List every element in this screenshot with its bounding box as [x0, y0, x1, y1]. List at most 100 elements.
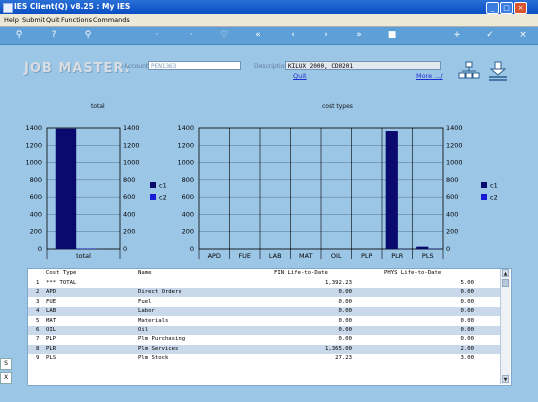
x-tick-label: PLS [422, 252, 434, 260]
row-phys-ltd: 0.00 [460, 289, 474, 296]
legend-swatch-c1 [150, 182, 156, 188]
col-cost-type[interactable]: Cost Type [46, 270, 76, 276]
x-tick-label: total [76, 252, 91, 260]
table-scrollbar[interactable]: ▲ ▼ [500, 269, 510, 384]
row-cost-type: *** TOTAL [46, 280, 77, 286]
legend-label-c2: c2 [159, 194, 167, 202]
bar-c1 [385, 131, 398, 249]
y-tick-label-right: 800 [446, 176, 458, 184]
row-phys-ltd: 2.00 [460, 345, 474, 352]
row-name: Materials [138, 317, 169, 324]
table-row[interactable]: 2 APD Direct Orders 0.00 0.00 [28, 288, 500, 298]
y-tick-label-left: 800 [30, 176, 42, 184]
y-tick-label-left: 0 [190, 245, 194, 253]
row-number: 5 [36, 317, 40, 324]
table-row[interactable]: 8 PLR Plm Services 1,365.00 2.00 [28, 344, 500, 354]
table-header: Cost Type Name FIN Life-to-Date PHYS Lif… [28, 269, 500, 278]
side-marker-x[interactable]: X [0, 372, 12, 384]
row-fin-ltd: 0.00 [338, 298, 352, 305]
row-fin-ltd: 0.00 [338, 327, 352, 333]
row-cost-type: PLS [46, 355, 57, 362]
y-tick-label-right: 800 [123, 176, 135, 184]
y-tick-label-left: 600 [182, 193, 194, 201]
row-number: 9 [36, 355, 40, 362]
y-tick-label-right: 400 [446, 210, 458, 218]
legend-label-c2: c2 [490, 194, 498, 202]
y-tick-label-right: 200 [123, 228, 135, 236]
row-cost-type: OIL [46, 327, 57, 333]
scroll-up-icon[interactable]: ▲ [502, 269, 509, 277]
table-row[interactable]: 6 OIL Oil 0.00 0.00 [28, 326, 500, 335]
row-number: 8 [36, 345, 40, 352]
y-tick-label-left: 400 [30, 210, 42, 218]
row-cost-type: PLP [46, 336, 57, 343]
x-tick-label: PLP [361, 252, 373, 260]
y-tick-label-left: 400 [182, 210, 194, 218]
y-tick-label-left: 200 [182, 228, 194, 236]
y-tick-label-left: 600 [30, 193, 42, 201]
col-name[interactable]: Name [138, 270, 151, 276]
row-number: 7 [36, 336, 40, 343]
row-name: Direct Orders [138, 289, 182, 296]
y-tick-label-right: 400 [123, 210, 135, 218]
row-cost-type: FUE [46, 298, 57, 305]
cost-table: Cost Type Name FIN Life-to-Date PHYS Lif… [27, 268, 512, 386]
y-tick-label-right: 600 [123, 193, 135, 201]
y-tick-label-left: 1200 [25, 141, 42, 149]
table-row[interactable]: 5 MAT Materials 0.00 0.00 [28, 317, 500, 326]
row-name: Oil [138, 327, 149, 333]
row-fin-ltd: 0.00 [338, 289, 352, 296]
row-fin-ltd: 1,365.00 [325, 345, 352, 352]
row-name: Plm Purchasing [138, 336, 186, 343]
y-tick-label-right: 200 [446, 228, 458, 236]
y-tick-label-right: 1400 [123, 124, 140, 132]
table-row[interactable]: 9 PLS Plm Stock 27.23 3.00 [28, 354, 500, 363]
y-tick-label-right: 600 [446, 193, 458, 201]
row-phys-ltd: 0.00 [460, 327, 474, 333]
row-number: 2 [36, 289, 40, 296]
row-cost-type: PLR [46, 345, 57, 352]
y-tick-label-left: 800 [182, 176, 194, 184]
row-fin-ltd: 1,392.23 [325, 280, 352, 286]
x-tick-label: APD [208, 252, 221, 260]
row-name: Fuel [138, 298, 152, 305]
row-cost-type: APD [46, 289, 57, 296]
table-row[interactable]: 1 *** TOTAL 1,392.23 5.00 [28, 279, 500, 288]
row-fin-ltd: 0.00 [338, 317, 352, 324]
legend-swatch-c2 [481, 194, 487, 200]
y-tick-label-right: 1200 [446, 141, 463, 149]
table-row[interactable]: 3 FUE Fuel 0.00 0.00 [28, 298, 500, 307]
side-marker-s[interactable]: S [0, 358, 12, 370]
row-fin-ltd: 27.23 [335, 355, 352, 362]
scroll-thumb[interactable] [502, 279, 509, 287]
y-tick-label-right: 0 [446, 245, 450, 253]
row-phys-ltd: 0.00 [460, 298, 474, 305]
bar-c1 [55, 128, 77, 249]
row-number: 1 [36, 280, 40, 286]
row-cost-type: LAB [46, 308, 57, 315]
row-cost-type: MAT [46, 317, 57, 324]
y-tick-label-left: 1000 [25, 159, 42, 167]
row-phys-ltd: 5.00 [460, 280, 474, 286]
y-tick-label-left: 1400 [25, 124, 42, 132]
legend-label-c1: c1 [159, 182, 167, 190]
x-tick-label: FUE [238, 252, 251, 260]
col-phys-ltd[interactable]: PHYS Life-to-Date [384, 270, 441, 276]
row-name: Plm Stock [138, 355, 169, 362]
row-name: Labor [138, 308, 155, 315]
col-fin-ltd[interactable]: FIN Life-to-Date [274, 270, 328, 276]
table-row[interactable]: 4 LAB Labor 0.00 0.00 [28, 307, 500, 317]
x-tick-label: OIL [331, 252, 342, 260]
row-number: 4 [36, 308, 40, 315]
x-tick-label: MAT [299, 252, 313, 260]
row-phys-ltd: 0.00 [460, 308, 474, 315]
y-tick-label-left: 200 [30, 228, 42, 236]
row-phys-ltd: 0.00 [460, 317, 474, 324]
table-row[interactable]: 7 PLP Plm Purchasing 0.00 0.00 [28, 335, 500, 344]
scroll-down-icon[interactable]: ▼ [502, 375, 509, 383]
y-tick-label-left: 1200 [177, 141, 194, 149]
y-tick-label-right: 1400 [446, 124, 463, 132]
row-name: Plm Services [138, 345, 179, 352]
charts-canvas: 0 0 200 200 400 400 600 600 800 800 1000 1000 1200 12… [25, 124, 498, 260]
legend-swatch-c2 [150, 194, 156, 200]
